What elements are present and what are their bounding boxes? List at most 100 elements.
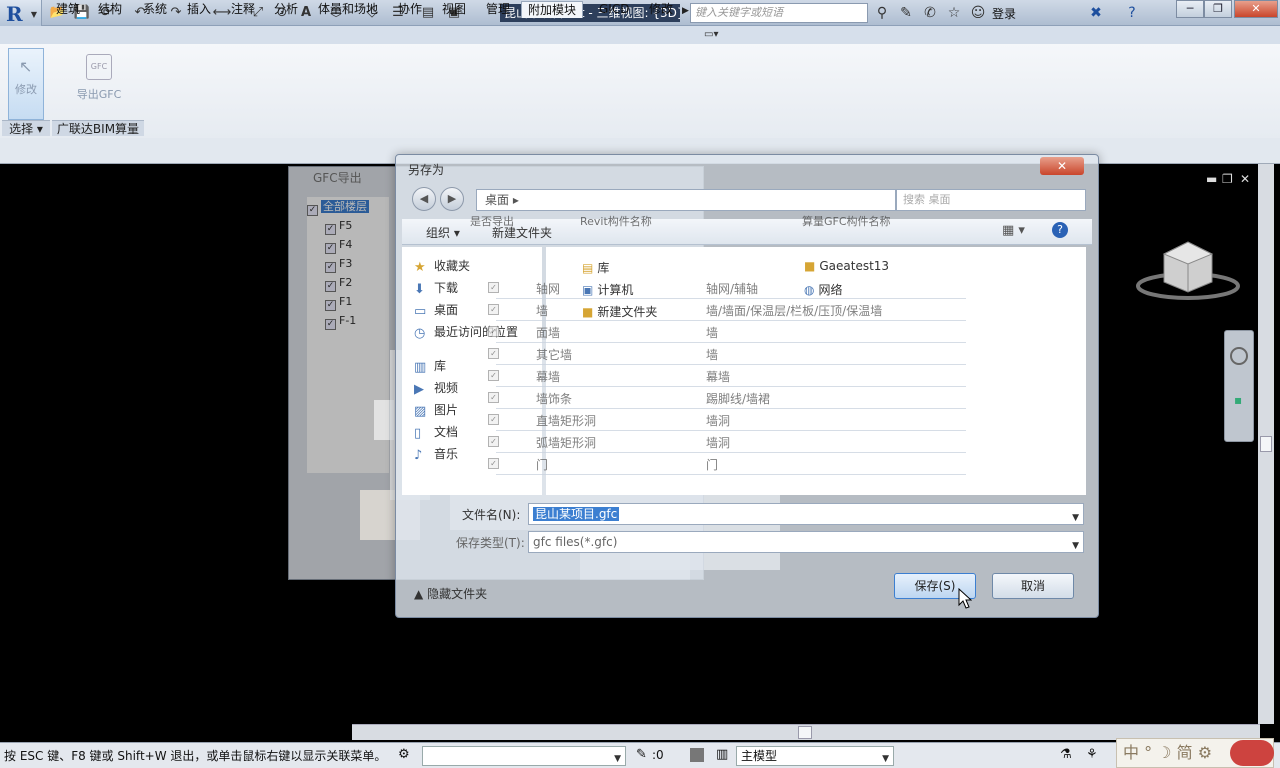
tree-item-floor[interactable]: ✓ F3 (307, 254, 389, 273)
export-gfc-button[interactable]: GFC 导出GFC (56, 48, 142, 120)
tree-item-floor[interactable]: ✓ F5 (307, 216, 389, 235)
view-restore-icon[interactable]: ❐ (1222, 172, 1233, 186)
tab-manage[interactable]: 管理 (480, 1, 516, 18)
table-row[interactable]: ✓ 弧墙矩形洞 墙洞 (488, 431, 966, 453)
application-menu-button[interactable]: R ▼ (0, 0, 42, 26)
tab-modify[interactable]: 修改 (643, 1, 679, 18)
design-options-icon[interactable] (690, 748, 704, 762)
binoculars-icon[interactable]: ⚲ (872, 3, 892, 23)
chevron-down-icon[interactable]: ▼ (1072, 536, 1079, 556)
tab-annotate[interactable]: 注释 (225, 1, 261, 18)
table-row[interactable]: ✓ 墙 墙/墙面/保温层/栏板/压顶/保温墙 (488, 299, 966, 321)
checkbox[interactable]: ✓ (325, 319, 336, 330)
navigation-bar[interactable]: ▪ (1224, 330, 1254, 442)
dialog-close-button[interactable]: ✕ (1040, 157, 1084, 175)
select-panel-label[interactable]: 选择 ▾ (2, 120, 50, 136)
active-option-icon[interactable]: ▥ (716, 747, 728, 762)
workset-icon[interactable]: ⚙ (398, 747, 410, 762)
table-row[interactable]: ✓ 面墙 墙 (488, 321, 966, 343)
filetype-select[interactable]: gfc files(*.gfc) ▼ (528, 531, 1084, 553)
dialog-search-input[interactable]: 搜索 桌面 (896, 189, 1086, 211)
table-row[interactable]: ✓ 门 门 (488, 453, 966, 475)
back-button[interactable]: ◀ (412, 187, 436, 211)
nav-label: 下载 (434, 281, 459, 295)
view-close-icon[interactable]: ✕ (1240, 172, 1250, 186)
tab-view[interactable]: 视图 (436, 1, 472, 18)
library-icon: ▥ (414, 360, 427, 375)
checkbox[interactable]: ✓ (325, 281, 336, 292)
organize-button[interactable]: 组织 ▾ (426, 224, 460, 241)
cancel-button[interactable]: 取消 (992, 573, 1074, 599)
tree-item-floor[interactable]: ✓ F2 (307, 273, 389, 292)
tab-structure[interactable]: 结构 (92, 1, 128, 18)
table-row[interactable]: ✓ 墙饰条 踢脚线/墙裙 (488, 387, 966, 409)
checkbox[interactable]: ✓ (488, 392, 499, 403)
steering-wheel-icon[interactable] (1230, 347, 1248, 365)
checkbox[interactable]: ✓ (488, 304, 499, 315)
login-button[interactable]: 登录 (992, 5, 1016, 22)
minimize-button[interactable]: ─ (1176, 0, 1204, 18)
restore-button[interactable]: ❐ (1204, 0, 1232, 18)
nav-label: 收藏夹 (434, 259, 471, 273)
design-option-select[interactable]: 主模型 ▼ (736, 746, 894, 766)
filename-input[interactable]: 昆山某项目.gfc ▼ (528, 503, 1084, 525)
tab-massing-site[interactable]: 体量和场地 (312, 1, 384, 18)
workset-select[interactable]: ▼ (422, 746, 626, 766)
filter-icon[interactable]: ⚗ (1060, 747, 1072, 762)
forward-button[interactable]: ▶ (440, 187, 464, 211)
checkbox[interactable]: ✓ (488, 436, 499, 447)
checkbox[interactable]: ✓ (488, 348, 499, 359)
close-button[interactable]: ✕ (1234, 0, 1278, 18)
tree-item-floor[interactable]: ✓ F1 (307, 292, 389, 311)
gfc-name: 幕墙 (706, 370, 731, 384)
checkbox[interactable]: ✓ (325, 262, 336, 273)
view-minimize-icon[interactable]: ▬ (1206, 172, 1217, 186)
editing-requests-icon[interactable]: ✎ (636, 747, 647, 762)
column-header: 算量GFC构件名称 (802, 215, 891, 228)
tree-root[interactable]: ✓ 全部楼层 (307, 197, 389, 216)
zoom-icon[interactable]: ▪ (1234, 393, 1242, 407)
table-row[interactable]: ✓ 轴网 轴网/辅轴 (488, 277, 966, 299)
tab-gicd[interactable]: GICD (593, 1, 635, 18)
chevron-down-icon[interactable]: ▼ (1072, 508, 1079, 528)
ribbon-minimize-icon[interactable]: ▭▾ (704, 29, 718, 40)
link-icon[interactable]: ⚘ (1086, 747, 1098, 762)
modify-button[interactable]: ↖ 修改 (8, 48, 44, 120)
tab-collaborate[interactable]: 协作 (392, 1, 428, 18)
table-row[interactable]: ✓ 幕墙 幕墙 (488, 365, 966, 387)
help-icon[interactable]: ? (1122, 3, 1142, 23)
checkbox[interactable]: ✓ (488, 458, 499, 469)
checkbox[interactable]: ✓ (325, 224, 336, 235)
checkbox[interactable]: ✓ (325, 300, 336, 311)
tab-systems[interactable]: 系统 (137, 1, 173, 18)
viewcube-icon[interactable] (1134, 236, 1242, 304)
exchange-apps-icon[interactable]: ✖ (1086, 3, 1106, 23)
subscription-icon[interactable]: ✎ (896, 3, 916, 23)
table-row[interactable]: ✓ 直墙矩形洞 墙洞 (488, 409, 966, 431)
scroll-thumb[interactable] (798, 726, 812, 739)
vertical-scrollbar[interactable] (1258, 164, 1274, 724)
table-row[interactable]: ✓ 其它墙 墙 (488, 343, 966, 365)
nav-label: 视频 (434, 381, 459, 395)
scroll-thumb[interactable] (1260, 436, 1272, 452)
tab-insert[interactable]: 插入 (181, 1, 217, 18)
tab-analyze[interactable]: 分析 (268, 1, 304, 18)
favorites-star-icon[interactable]: ☆ (944, 3, 964, 23)
user-icon[interactable]: ☺ (968, 3, 988, 23)
checkbox[interactable]: ✓ (325, 243, 336, 254)
tab-add-ins[interactable]: 附加模块 (521, 1, 584, 18)
address-text: 桌面 (485, 193, 510, 207)
tree-item-floor[interactable]: ✓ F4 (307, 235, 389, 254)
communication-icon[interactable]: ✆ (920, 3, 940, 23)
hide-folders-toggle[interactable]: ▲ 隐藏文件夹 (414, 585, 487, 602)
checkbox[interactable]: ✓ (307, 205, 318, 216)
checkbox[interactable]: ✓ (488, 414, 499, 425)
address-bar[interactable]: 桌面 ▸ (476, 189, 896, 211)
rose-logo-icon (1230, 740, 1274, 766)
tab-architecture[interactable]: 建筑 (50, 1, 86, 18)
search-input[interactable]: 键入关键字或短语 (690, 3, 868, 23)
checkbox[interactable]: ✓ (488, 370, 499, 381)
tree-item-floor[interactable]: ✓ F-1 (307, 311, 389, 330)
checkbox[interactable]: ✓ (488, 326, 499, 337)
checkbox[interactable]: ✓ (488, 282, 499, 293)
